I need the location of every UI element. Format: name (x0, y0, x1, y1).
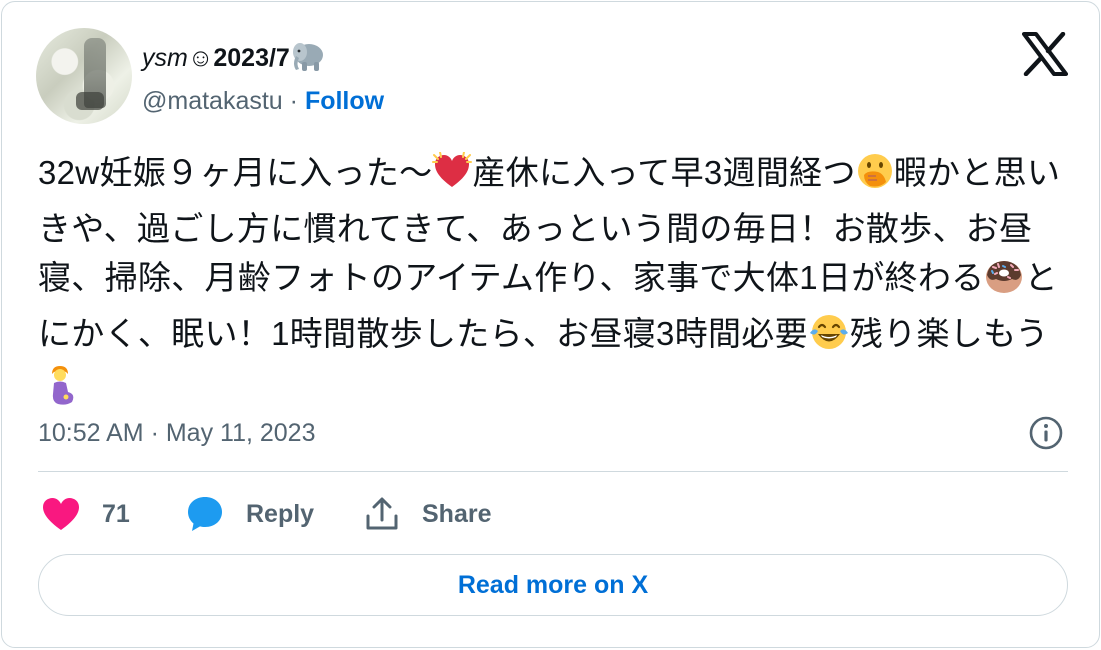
read-more-label: Read more on X (457, 570, 649, 599)
smile-glyph: ☺ (187, 44, 214, 72)
tweet-text-segment: 産休に入って早3週間経つ (472, 154, 856, 191)
face-with-tears-of-joy-icon (808, 313, 850, 365)
tweet-text-segment: 残り楽しもう (849, 314, 1049, 352)
face-with-hand-over-mouth-icon (856, 152, 894, 204)
doughnut-icon (984, 257, 1024, 309)
x-logo-icon[interactable] (1022, 32, 1068, 76)
reply-bubble-icon (188, 497, 222, 531)
share-icon (366, 497, 398, 530)
reply-label: Reply (246, 499, 315, 528)
tweet-timestamp[interactable]: 10:52 AM · May 11, 2023 (38, 416, 315, 450)
like-button[interactable]: 71 (42, 492, 130, 536)
tweet-text-segment: 32w妊娠９ヶ月に入った〜 (38, 154, 433, 191)
elephant-icon (290, 40, 326, 81)
beating-heart-icon (432, 151, 473, 204)
author-name-italic: ysm (142, 44, 188, 72)
like-count: 71 (102, 499, 130, 528)
reply-button[interactable]: Reply (186, 492, 314, 536)
author-name-bold: 2023/7 (213, 44, 290, 72)
info-icon[interactable] (1028, 415, 1064, 451)
follow-link[interactable]: Follow (305, 87, 384, 115)
tweet-text: 32w妊娠９ヶ月に入った〜 産休に入って早3週間経つ 暇かと思いきや、過ごし方に… (38, 148, 1068, 420)
author-handle[interactable]: @matakastu (142, 87, 283, 115)
author-handle-row: @matakastu · Follow (142, 84, 384, 118)
author-name[interactable]: ysm☺2023/7 (142, 40, 326, 81)
tweet-card: ysm☺2023/7 @matakastu · Follow 32w妊娠９ヶ月に… (1, 1, 1100, 648)
handle-separator: · (282, 87, 305, 115)
pregnant-woman-icon (44, 366, 78, 420)
divider (38, 471, 1068, 472)
share-label: Share (422, 499, 492, 528)
heart-icon (43, 498, 79, 530)
read-more-button[interactable]: Read more on X (38, 554, 1068, 616)
share-button[interactable]: Share (364, 492, 491, 536)
avatar[interactable] (36, 28, 132, 124)
